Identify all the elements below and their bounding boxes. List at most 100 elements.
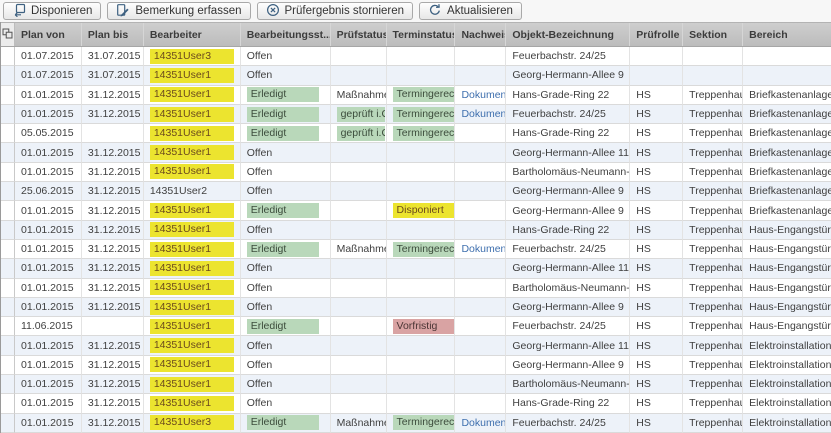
row-selector[interactable] — [1, 317, 15, 336]
col-header-plan-von[interactable]: Plan von — [15, 23, 82, 46]
cell-bstatus: Erledigt — [241, 240, 331, 259]
status-chip: 14351User1 — [150, 126, 234, 141]
cell-plan_bis: 31.12.2015 — [82, 163, 144, 182]
col-header-objekt-bezeichnung[interactable]: Objekt-Bezeichnung — [506, 23, 630, 46]
cell-terminstatus — [387, 221, 456, 240]
status-chip: Erledigt — [247, 203, 319, 218]
table-row[interactable]: 01.01.201531.12.201514351User1OffenBarth… — [1, 163, 831, 182]
table-row[interactable]: 01.01.201531.12.201514351User1ErledigtMa… — [1, 240, 831, 259]
status-chip: 14351User1 — [150, 319, 234, 334]
table-row[interactable]: 01.01.201531.12.201514351User1OffenGeorg… — [1, 336, 831, 355]
document-link[interactable]: Dokument — [461, 243, 506, 255]
col-header-bearbeiter[interactable]: Bearbeiter — [144, 23, 241, 46]
cancel-circle-icon — [266, 3, 280, 20]
table-row[interactable]: 01.01.201531.12.201514351User1ErledigtDi… — [1, 201, 831, 220]
table-row[interactable]: 01.01.201531.12.201514351User1OffenGeorg… — [1, 298, 831, 317]
cell-plan_bis: 31.12.2015 — [82, 221, 144, 240]
col-header-bearbeitungsstatus[interactable]: Bearbeitungsst... — [241, 23, 331, 46]
cell-sektion: Treppenhaus — [683, 240, 743, 259]
cell-nachweis — [455, 66, 506, 85]
cell-bearbeiter: 14351User1 — [144, 201, 241, 220]
col-header-pruefstatus[interactable]: Prüfstatus — [331, 23, 387, 46]
col-header-bereich[interactable]: Bereich — [743, 23, 831, 46]
table-row[interactable]: 01.01.201531.12.201514351User1OffenBarth… — [1, 279, 831, 298]
cell-objekt: Feuerbachstr. 24/25 — [506, 414, 630, 433]
cell-pruefrolle: HS — [630, 124, 683, 143]
row-selector[interactable] — [1, 279, 15, 298]
cell-plan_von: 05.05.2015 — [15, 124, 82, 143]
aktualisieren-label: Aktualisieren — [447, 5, 513, 17]
cell-pruefstatus — [331, 163, 387, 182]
table-row[interactable]: 01.01.201531.12.201514351User1OffenBarth… — [1, 375, 831, 394]
row-selector[interactable] — [1, 124, 15, 143]
cell-objekt: Georg-Hermann-Allee 9 — [506, 182, 630, 201]
cell-plan_von: 01.01.2015 — [15, 105, 82, 124]
table-row[interactable]: 01.07.201531.07.201514351User3OffenFeuer… — [1, 47, 831, 66]
table-row[interactable]: 25.06.201531.12.201514351User2OffenGeorg… — [1, 182, 831, 201]
table-row[interactable]: 01.01.201531.12.201514351User1OffenGeorg… — [1, 143, 831, 162]
document-link[interactable]: Dokument — [461, 108, 506, 120]
row-selector[interactable] — [1, 356, 15, 375]
row-selector[interactable] — [1, 143, 15, 162]
status-chip: 14351User1 — [150, 203, 234, 218]
cell-pruefstatus: Maßnahme — [331, 240, 387, 259]
row-selector[interactable] — [1, 182, 15, 201]
cell-bereich: Haus-Engangstür — [743, 317, 831, 336]
cell-pruefrolle: HS — [630, 317, 683, 336]
row-selector[interactable] — [1, 298, 15, 317]
cell-bereich — [743, 66, 831, 85]
cell-plan_bis: 31.12.2015 — [82, 182, 144, 201]
select-all-header[interactable] — [1, 23, 15, 46]
cell-plan_bis: 31.12.2015 — [82, 414, 144, 433]
cell-sektion: Treppenhaus — [683, 279, 743, 298]
row-selector[interactable] — [1, 240, 15, 259]
cell-bearbeiter: 14351User3 — [144, 47, 241, 66]
status-chip: 14351User3 — [150, 49, 234, 64]
status-chip: Erledigt — [247, 319, 319, 334]
col-header-pruefrolle[interactable]: Prüfrolle — [630, 23, 683, 46]
table-row[interactable]: 01.01.201531.12.201514351User1OffenGeorg… — [1, 356, 831, 375]
document-link[interactable]: Dokument — [461, 417, 506, 429]
row-selector[interactable] — [1, 163, 15, 182]
aktualisieren-button[interactable]: Aktualisieren — [419, 2, 522, 20]
row-selector[interactable] — [1, 47, 15, 66]
table-row[interactable]: 01.01.201531.12.201514351User1Erledigtge… — [1, 105, 831, 124]
cell-sektion: Treppenhaus — [683, 356, 743, 375]
row-selector[interactable] — [1, 86, 15, 105]
col-header-sektion[interactable]: Sektion — [683, 23, 743, 46]
row-selector[interactable] — [1, 259, 15, 278]
row-selector[interactable] — [1, 414, 15, 433]
col-header-nachweis[interactable]: Nachweis — [455, 23, 506, 46]
pruefergebnis-stornieren-button[interactable]: Prüfergebnis stornieren — [257, 2, 414, 20]
table-row[interactable]: 01.01.201531.12.201514351User1OffenHans-… — [1, 221, 831, 240]
disponieren-label: Disponieren — [31, 5, 92, 17]
cell-bstatus: Offen — [241, 394, 331, 413]
row-selector[interactable] — [1, 394, 15, 413]
table-row[interactable]: 05.05.201514351User1Erledigtgeprüft i.O.… — [1, 124, 831, 143]
table-row[interactable]: 01.01.201531.12.201514351User1OffenGeorg… — [1, 259, 831, 278]
cell-pruefrolle: HS — [630, 356, 683, 375]
cell-bereich: Elektroinstallation — [743, 394, 831, 413]
bemerkung-erfassen-button[interactable]: Bemerkung erfassen — [107, 2, 250, 20]
row-selector[interactable] — [1, 201, 15, 220]
row-selector[interactable] — [1, 375, 15, 394]
cell-sektion: Treppenhaus — [683, 86, 743, 105]
table-row[interactable]: 01.01.201531.12.201514351User1ErledigtMa… — [1, 86, 831, 105]
row-selector[interactable] — [1, 105, 15, 124]
table-row[interactable]: 11.06.201514351User1ErledigtVorfristigFe… — [1, 317, 831, 336]
table-row[interactable]: 01.01.201531.12.201514351User1OffenHans-… — [1, 394, 831, 413]
table-row[interactable]: 01.01.201531.12.201514351User3ErledigtMa… — [1, 414, 831, 433]
row-selector[interactable] — [1, 221, 15, 240]
cell-bearbeiter: 14351User1 — [144, 124, 241, 143]
row-selector[interactable] — [1, 66, 15, 85]
cell-plan_von: 01.01.2015 — [15, 86, 82, 105]
row-selector[interactable] — [1, 336, 15, 355]
col-header-plan-bis[interactable]: Plan bis — [82, 23, 144, 46]
disponieren-button[interactable]: Disponieren — [3, 2, 101, 20]
document-link[interactable]: Dokument — [461, 89, 506, 101]
cell-sektion: Treppenhaus — [683, 163, 743, 182]
cell-terminstatus: Termingerecht — [387, 105, 456, 124]
cell-bearbeiter: 14351User1 — [144, 259, 241, 278]
col-header-terminstatus[interactable]: Terminstatus — [387, 23, 456, 46]
table-row[interactable]: 01.07.201531.07.201514351User1OffenGeorg… — [1, 66, 831, 85]
